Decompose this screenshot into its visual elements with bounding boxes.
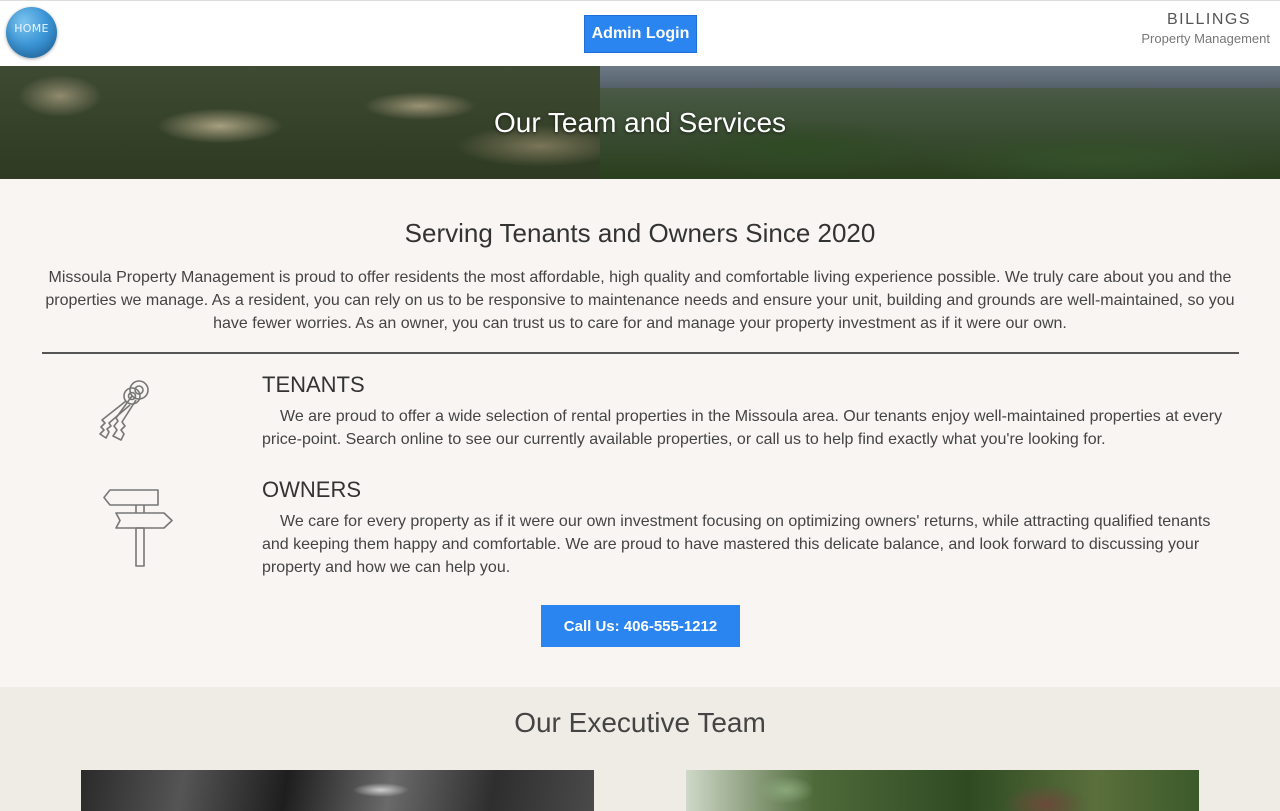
brand-name: BILLINGS [1166, 11, 1251, 28]
team-heading: Our Executive Team [514, 707, 766, 738]
section-divider [42, 352, 1239, 354]
executive-team-section: Our Executive Team [0, 687, 1280, 811]
admin-login-button[interactable]: Admin Login [584, 15, 697, 53]
team-member-photo [686, 770, 1199, 811]
top-navigation-bar: HOME Admin Login BILLINGS Property Manag… [0, 0, 1280, 66]
keys-icon [96, 374, 156, 449]
owners-text: We care for every property as if it were… [262, 513, 1211, 576]
team-member-photo [81, 770, 594, 811]
hero-banner: Our Team and Services [0, 66, 1280, 179]
brand-logo[interactable]: BILLINGS Property Management [1141, 11, 1270, 46]
brand-subtitle: Property Management [1141, 31, 1270, 46]
signpost-icon [102, 487, 176, 574]
intro-paragraph: Missoula Property Management is proud to… [45, 269, 1235, 332]
call-us-button[interactable]: Call Us: 406-555-1212 [541, 605, 740, 647]
home-button[interactable]: HOME [6, 7, 57, 58]
owners-heading: OWNERS [262, 477, 361, 502]
tenants-text: We are proud to offer a wide selection o… [262, 408, 1223, 448]
home-label: HOME [14, 22, 49, 35]
intro-heading: Serving Tenants and Owners Since 2020 [404, 218, 876, 248]
page-title: Our Team and Services [493, 106, 787, 138]
tenants-heading: TENANTS [262, 372, 365, 397]
